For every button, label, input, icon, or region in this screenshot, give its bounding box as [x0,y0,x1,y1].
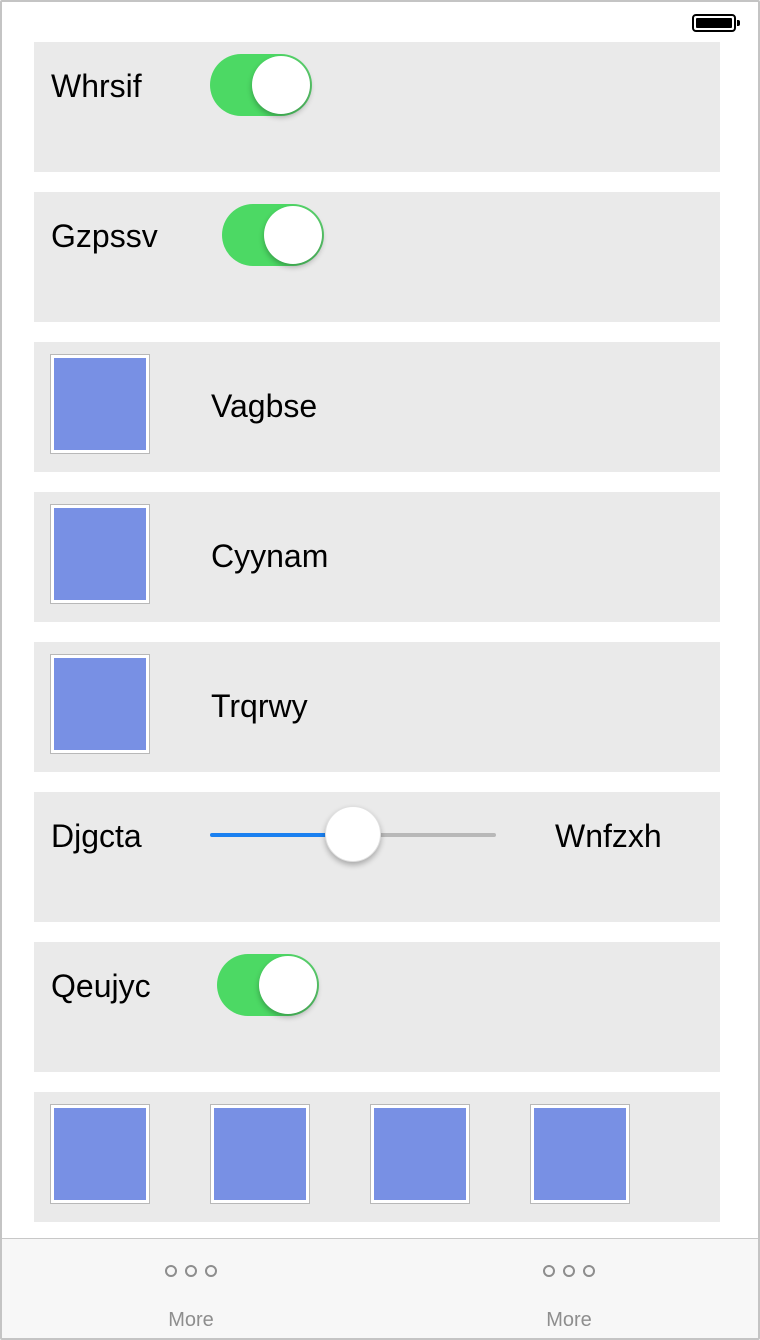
vagbse-label: Vagbse [211,388,318,424]
cell-cyynam: Cyynam [34,492,720,622]
trqrwy-label: Trqrwy [211,688,308,724]
cyynam-color-swatch[interactable] [50,504,150,604]
cell-qeujyc: Qeujyc [34,942,720,1072]
gzpssv-label: Gzpssv [51,218,158,254]
color-swatch-2[interactable] [210,1104,310,1204]
cell-vagbse: Vagbse [34,342,720,472]
cell-whrsif: Whrsif [34,42,720,172]
swatch-fill [54,358,146,450]
toggle-knob [259,956,317,1014]
app-screen: Whrsif Gzpssv Vagbse Cyynam Trqrwy Djgct… [0,0,760,1340]
cyynam-label: Cyynam [211,538,329,574]
color-swatch-1[interactable] [50,1104,150,1204]
gzpssv-toggle[interactable] [222,204,324,266]
swatch-fill [374,1108,466,1200]
more-dots-icon [380,1265,758,1277]
tab-more-2[interactable]: More [380,1239,758,1338]
qeujyc-label: Qeujyc [51,968,151,1004]
color-swatch-3[interactable] [370,1104,470,1204]
vagbse-color-swatch[interactable] [50,354,150,454]
tab-label: More [168,1309,214,1331]
slider-thumb[interactable] [325,806,381,862]
swatch-fill [54,1108,146,1200]
cell-gzpssv: Gzpssv [34,192,720,322]
djgcta-label: Djgcta [51,818,142,854]
swatch-fill [54,658,146,750]
swatch-fill [214,1108,306,1200]
trqrwy-color-swatch[interactable] [50,654,150,754]
tab-bar: More More [2,1238,758,1338]
cell-swatch-row [34,1092,720,1222]
battery-full-icon [692,14,740,32]
toggle-knob [264,206,322,264]
tab-label: More [546,1309,592,1331]
wnfzxh-label: Wnfzxh [555,818,662,854]
swatch-fill [54,508,146,600]
color-swatch-4[interactable] [530,1104,630,1204]
status-bar [2,2,758,42]
more-dots-icon [2,1265,380,1277]
qeujyc-toggle[interactable] [217,954,319,1016]
djgcta-slider[interactable] [210,806,496,864]
toggle-knob [252,56,310,114]
swatch-fill [534,1108,626,1200]
cell-djgcta: Djgcta Wnfzxh [34,792,720,922]
whrsif-toggle[interactable] [210,54,312,116]
whrsif-label: Whrsif [51,68,142,104]
tab-more-1[interactable]: More [2,1239,380,1338]
cell-trqrwy: Trqrwy [34,642,720,772]
